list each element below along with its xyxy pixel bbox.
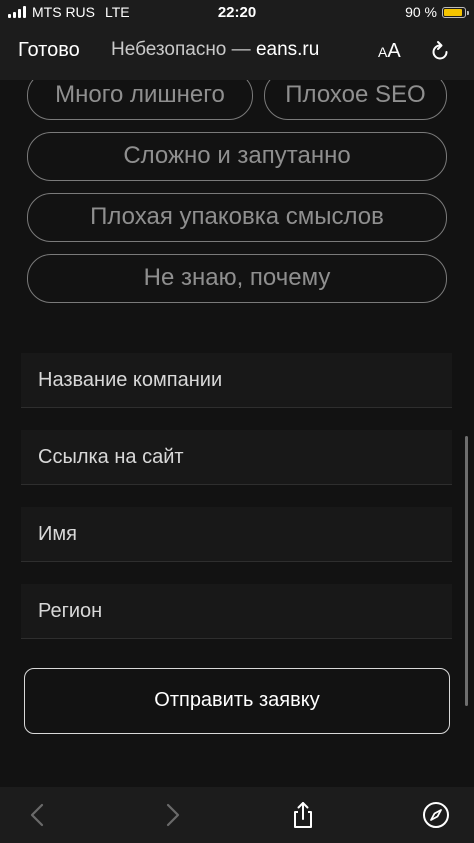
region-field[interactable]: Регион [21, 584, 452, 639]
submit-button[interactable]: Отправить заявку [24, 668, 450, 734]
chip-bad-packaging[interactable]: Плохая упаковка смыслов [27, 193, 447, 242]
reload-icon[interactable] [428, 40, 452, 64]
signal-icon [8, 6, 26, 18]
browser-toolbar: Готово Небезопасно — eans.ru AA [0, 28, 474, 80]
name-field[interactable]: Имя [21, 507, 452, 562]
company-name-field[interactable]: Название компании [21, 353, 452, 408]
battery-icon [442, 6, 469, 18]
forward-icon[interactable] [158, 801, 186, 829]
scrollbar[interactable] [465, 436, 468, 706]
browser-bottom-bar [0, 787, 474, 843]
insecure-label: Небезопасно — [111, 39, 256, 60]
battery-percent: 90 % [405, 4, 437, 20]
done-button[interactable]: Готово [18, 39, 80, 62]
chip-complicated[interactable]: Сложно и запутанно [27, 132, 447, 181]
compass-icon[interactable] [422, 801, 450, 829]
url-bar[interactable]: Небезопасно — eans.ru [111, 39, 361, 61]
text-size-button[interactable]: AA [378, 40, 401, 63]
status-right: 90 % [405, 4, 469, 20]
chip-many-extra[interactable]: Много лишнего [27, 80, 253, 120]
text-size-large: A [387, 40, 401, 62]
network-label: LTE [105, 4, 130, 20]
back-icon[interactable] [24, 801, 52, 829]
share-icon[interactable] [289, 801, 317, 829]
url-domain: eans.ru [255, 39, 320, 60]
page-content: Много лишнего Плохое SEO Сложно и запута… [0, 80, 474, 787]
text-size-small: A [378, 44, 388, 60]
status-left: MTS RUS LTE [8, 4, 130, 20]
website-link-field[interactable]: Ссылка на сайт [21, 430, 452, 485]
chip-dont-know[interactable]: Не знаю, почему [27, 254, 447, 303]
chip-bad-seo[interactable]: Плохое SEO [264, 80, 447, 120]
status-bar: MTS RUS LTE 22:20 90 % [0, 0, 474, 28]
carrier-label: MTS RUS [32, 4, 95, 20]
